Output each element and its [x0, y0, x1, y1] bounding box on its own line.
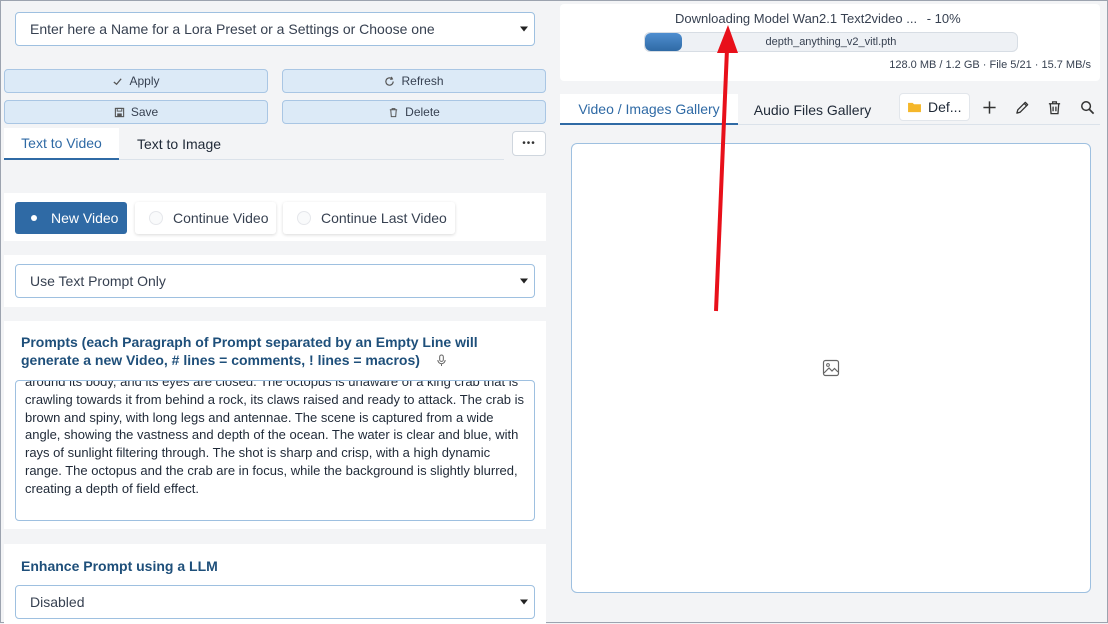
- folder-selector[interactable]: Def...: [899, 93, 970, 121]
- prompts-label-text: Prompts (each Paragraph of Prompt separa…: [21, 334, 478, 368]
- more-options-icon: •••: [522, 138, 536, 149]
- apply-label: Apply: [129, 74, 160, 88]
- folder-icon: [908, 102, 921, 113]
- pencil-icon: [1015, 101, 1028, 114]
- search-icon: [1080, 100, 1094, 114]
- download-file: depth_anything_v2_vitl.pth: [765, 36, 897, 48]
- preset-placeholder: Enter here a Name for a Lora Preset or a…: [30, 21, 435, 37]
- radio-selected-dot: [31, 215, 37, 221]
- prompt-source-value: Use Text Prompt Only: [30, 273, 166, 289]
- save-label: Save: [130, 105, 159, 119]
- refresh-label: Refresh: [401, 74, 444, 88]
- trash-icon: [389, 107, 398, 117]
- radio-continue-last-video[interactable]: Continue Last Video: [283, 202, 455, 234]
- radio-continue-video[interactable]: Continue Video: [135, 202, 276, 234]
- tab-text-to-image[interactable]: Text to Image: [121, 128, 237, 160]
- download-title-text: Downloading Model Wan2.1 Text2video ...: [675, 11, 918, 26]
- tab-audio-files-gallery-label: Audio Files Gallery: [753, 101, 872, 118]
- prompt-textarea[interactable]: around its body, and its eyes are closed…: [15, 380, 535, 521]
- enhance-label: Enhance Prompt using a LLM: [21, 558, 218, 574]
- check-icon: [113, 77, 123, 85]
- radio-new-video[interactable]: New Video: [15, 202, 127, 234]
- tab-text-to-image-label: Text to Image: [136, 136, 222, 152]
- chevron-down-icon: [520, 26, 528, 32]
- prompt-text: around its body, and its eyes are closed…: [25, 380, 525, 496]
- refresh-icon: [385, 76, 395, 86]
- download-title: Downloading Model Wan2.1 Text2video ... …: [675, 11, 961, 26]
- radio-continue-video-label: Continue Video: [173, 210, 269, 226]
- tab-audio-files-gallery[interactable]: Audio Files Gallery: [742, 94, 883, 125]
- more-options-button[interactable]: •••: [512, 131, 546, 156]
- delete-label: Delete: [405, 105, 440, 119]
- microphone-icon[interactable]: [436, 354, 447, 367]
- search-button[interactable]: [1076, 96, 1098, 118]
- prompt-source-dropdown[interactable]: Use Text Prompt Only: [15, 264, 535, 298]
- radio-continue-last-video-label: Continue Last Video: [321, 210, 447, 226]
- radio-new-video-label: New Video: [51, 210, 119, 226]
- radio-unselected-dot: [297, 211, 311, 225]
- tab-video-images-gallery-label: Video / Images Gallery: [578, 100, 720, 117]
- chevron-down-icon: [520, 599, 528, 605]
- preset-dropdown[interactable]: Enter here a Name for a Lora Preset or a…: [15, 12, 535, 46]
- plus-icon: [982, 100, 996, 114]
- chevron-down-icon: [520, 278, 528, 284]
- tab-text-to-video[interactable]: Text to Video: [4, 128, 119, 160]
- tab-text-to-video-label: Text to Video: [21, 135, 102, 151]
- image-placeholder-icon: [822, 359, 840, 377]
- download-progress-bar: depth_anything_v2_vitl.pth: [644, 32, 1018, 52]
- prompts-label: Prompts (each Paragraph of Prompt separa…: [21, 333, 531, 369]
- tab-video-images-gallery[interactable]: Video / Images Gallery: [560, 94, 738, 125]
- trash-icon: [1048, 100, 1060, 114]
- enhance-dropdown[interactable]: Disabled: [15, 585, 535, 619]
- delete-gallery-button[interactable]: [1043, 96, 1065, 118]
- refresh-button[interactable]: Refresh: [282, 69, 546, 93]
- apply-button[interactable]: Apply: [4, 69, 268, 93]
- delete-button[interactable]: Delete: [282, 100, 546, 124]
- download-percent: - 10%: [926, 11, 961, 26]
- edit-button[interactable]: [1011, 96, 1033, 118]
- save-button[interactable]: Save: [4, 100, 268, 124]
- add-button[interactable]: [978, 96, 1000, 118]
- radio-unselected-dot: [149, 211, 163, 225]
- folder-name: Def...: [928, 99, 962, 115]
- download-stats: 128.0 MB / 1.2 GB · File 5/21 · 15.7 MB/…: [889, 59, 1091, 71]
- floppy-disk-icon: [114, 107, 124, 117]
- enhance-value: Disabled: [30, 594, 85, 610]
